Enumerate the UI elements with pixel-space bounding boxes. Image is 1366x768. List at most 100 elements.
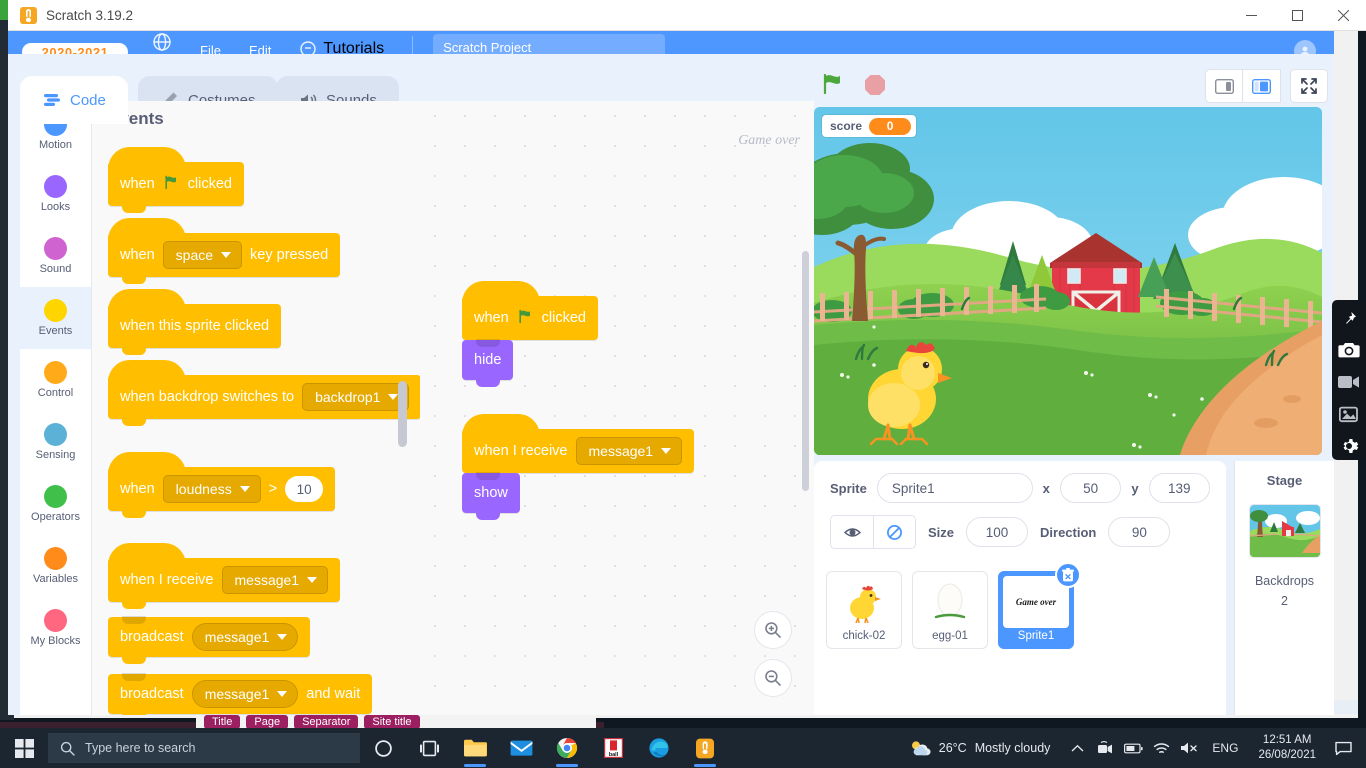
loudness-dropdown[interactable]: loudness xyxy=(162,475,261,503)
sprite-name-input[interactable]: Sprite1 xyxy=(876,473,1033,503)
category-sensing-label: Sensing xyxy=(35,449,76,461)
large-stage-button[interactable] xyxy=(1243,69,1281,103)
workspace-scrollbar[interactable] xyxy=(802,251,809,491)
camera-icon[interactable] xyxy=(1334,336,1364,364)
volume-muted-icon[interactable] xyxy=(1176,728,1202,768)
sprite-tile-sprite1[interactable]: Game over Sprite1 xyxy=(998,562,1081,649)
delete-sprite-button[interactable] xyxy=(1055,562,1081,588)
show-sprite-button[interactable] xyxy=(831,516,873,548)
gear-icon[interactable] xyxy=(1334,432,1364,460)
zoom-out-button[interactable] xyxy=(754,659,792,697)
sprite-direction-input[interactable]: 90 xyxy=(1108,517,1171,547)
clock[interactable]: 12:51 AM 26/08/2021 xyxy=(1248,733,1326,763)
palette-block-when-flag-clicked[interactable]: when clicked xyxy=(108,147,244,213)
sprite-size-input[interactable]: 100 xyxy=(966,517,1029,547)
script2-message-dropdown[interactable]: message1 xyxy=(575,437,683,465)
direction-label: Direction xyxy=(1040,524,1097,540)
script-block-hide[interactable]: hide xyxy=(462,339,514,387)
loudness-threshold-input[interactable]: 10 xyxy=(285,476,324,502)
project-name-input[interactable]: Scratch Project xyxy=(433,34,666,54)
globe-icon[interactable] xyxy=(152,32,172,54)
task-view-icon[interactable] xyxy=(406,728,452,768)
palette-block-when-i-receive[interactable]: when I receive message1 xyxy=(108,543,341,609)
sprite-x-input[interactable]: 50 xyxy=(1059,473,1122,503)
category-operators[interactable]: Operators xyxy=(20,473,91,535)
close-button[interactable] xyxy=(1320,0,1366,31)
minimize-button[interactable] xyxy=(1228,0,1274,31)
account-avatar[interactable] xyxy=(1294,40,1316,54)
control-color-dot xyxy=(44,361,67,384)
tab-code[interactable]: Code xyxy=(20,76,128,124)
maximize-button[interactable] xyxy=(1274,0,1320,31)
category-looks[interactable]: Looks xyxy=(20,163,91,225)
camera-privacy-icon[interactable] xyxy=(1092,728,1118,768)
message-dropdown[interactable]: message1 xyxy=(221,566,329,594)
menu-edit[interactable]: Edit xyxy=(249,43,271,54)
iball-icon[interactable]: ball xyxy=(590,728,636,768)
category-sound[interactable]: Sound xyxy=(20,225,91,287)
wifi-icon[interactable] xyxy=(1148,728,1174,768)
broadcast-wait-message-dropdown[interactable]: message1 xyxy=(191,680,299,708)
script-block-show[interactable]: show xyxy=(462,472,520,520)
script-hat-when-i-receive[interactable]: when I receive message1 xyxy=(462,414,695,480)
search-input[interactable]: Type here to search xyxy=(48,733,360,763)
stage-canvas[interactable]: score 0 xyxy=(814,107,1322,455)
script-workspace[interactable]: Game over when clicked hide when I recei… xyxy=(420,101,814,715)
palette-block-when-key-pressed[interactable]: when space key pressed xyxy=(108,218,341,284)
fullscreen-button[interactable] xyxy=(1290,69,1328,103)
chrome-icon[interactable] xyxy=(544,728,590,768)
stage-area[interactable]: score 0 xyxy=(814,107,1322,455)
broadcast-message-dropdown[interactable]: message1 xyxy=(191,623,299,651)
score-monitor[interactable]: score 0 xyxy=(822,115,917,137)
stop-button[interactable] xyxy=(862,71,888,102)
notifications-icon[interactable] xyxy=(1328,728,1358,768)
zoom-in-button[interactable] xyxy=(754,611,792,649)
edge-icon[interactable] xyxy=(636,728,682,768)
sprite-tile-egg-01[interactable]: egg-01 xyxy=(912,571,988,649)
palette-scrollbar[interactable] xyxy=(398,381,407,447)
sprite-y-input[interactable]: 139 xyxy=(1148,473,1211,503)
file-explorer-icon[interactable] xyxy=(452,728,498,768)
category-variables[interactable]: Variables xyxy=(20,535,91,597)
scratch-icon[interactable] xyxy=(682,728,728,768)
windows-taskbar: Type here to search ball 26°C Mostly clo… xyxy=(0,728,1366,768)
palette-block-when-loudness[interactable]: when loudness > 10 xyxy=(108,452,336,518)
sprite-label: Sprite xyxy=(830,480,867,496)
clock-time: 12:51 AM xyxy=(1262,734,1312,746)
category-control[interactable]: Control xyxy=(20,349,91,411)
variables-color-dot xyxy=(44,547,67,570)
mail-icon[interactable] xyxy=(498,728,544,768)
palette-block-when-backdrop-switches[interactable]: when backdrop switches to backdrop1 xyxy=(108,360,420,426)
block-palette[interactable]: Events when clicked when space key press… xyxy=(92,101,420,715)
show-hidden-icons-chevron[interactable] xyxy=(1064,728,1090,768)
start-button[interactable] xyxy=(0,728,48,768)
pin-icon[interactable] xyxy=(1334,304,1364,332)
small-stage-button[interactable] xyxy=(1205,69,1243,103)
green-flag-button[interactable] xyxy=(820,71,846,102)
key-dropdown-value: space xyxy=(175,247,214,263)
script-hat-when-flag-clicked[interactable]: when clicked xyxy=(462,281,598,347)
key-dropdown[interactable]: space xyxy=(162,241,243,269)
palette-block-when-sprite-clicked[interactable]: when this sprite clicked xyxy=(108,289,282,355)
category-events[interactable]: Events xyxy=(20,287,91,349)
stage-selector-panel[interactable]: Stage Backdrops 2 xyxy=(1234,461,1334,715)
menu-file[interactable]: File xyxy=(200,43,221,54)
category-my-blocks[interactable]: My Blocks xyxy=(20,597,91,659)
stage-backdrop-thumbnail[interactable] xyxy=(1248,504,1321,558)
cortana-icon[interactable] xyxy=(360,728,406,768)
sprite-tile-chick-02[interactable]: chick-02 xyxy=(826,571,902,649)
battery-icon[interactable] xyxy=(1120,728,1146,768)
palette-block-broadcast-and-wait[interactable]: broadcast message1 and wait xyxy=(108,673,373,715)
menu-tutorials[interactable]: Tutorials xyxy=(299,40,384,54)
backdrop-dropdown[interactable]: backdrop1 xyxy=(302,383,410,411)
weather-description: Mostly cloudy xyxy=(974,741,1051,755)
scratch-logo[interactable]: 2020-2021 xyxy=(22,43,128,54)
weather-widget[interactable]: 26°C Mostly cloudy xyxy=(909,739,1051,758)
language-indicator[interactable]: ENG xyxy=(1204,741,1246,755)
hide-sprite-button[interactable] xyxy=(873,516,915,548)
palette-block-broadcast[interactable]: broadcast message1 xyxy=(108,616,311,664)
category-sensing[interactable]: Sensing xyxy=(20,411,91,473)
video-icon[interactable] xyxy=(1334,368,1364,396)
stage-selector-title: Stage xyxy=(1266,473,1303,488)
image-icon[interactable] xyxy=(1334,400,1364,428)
